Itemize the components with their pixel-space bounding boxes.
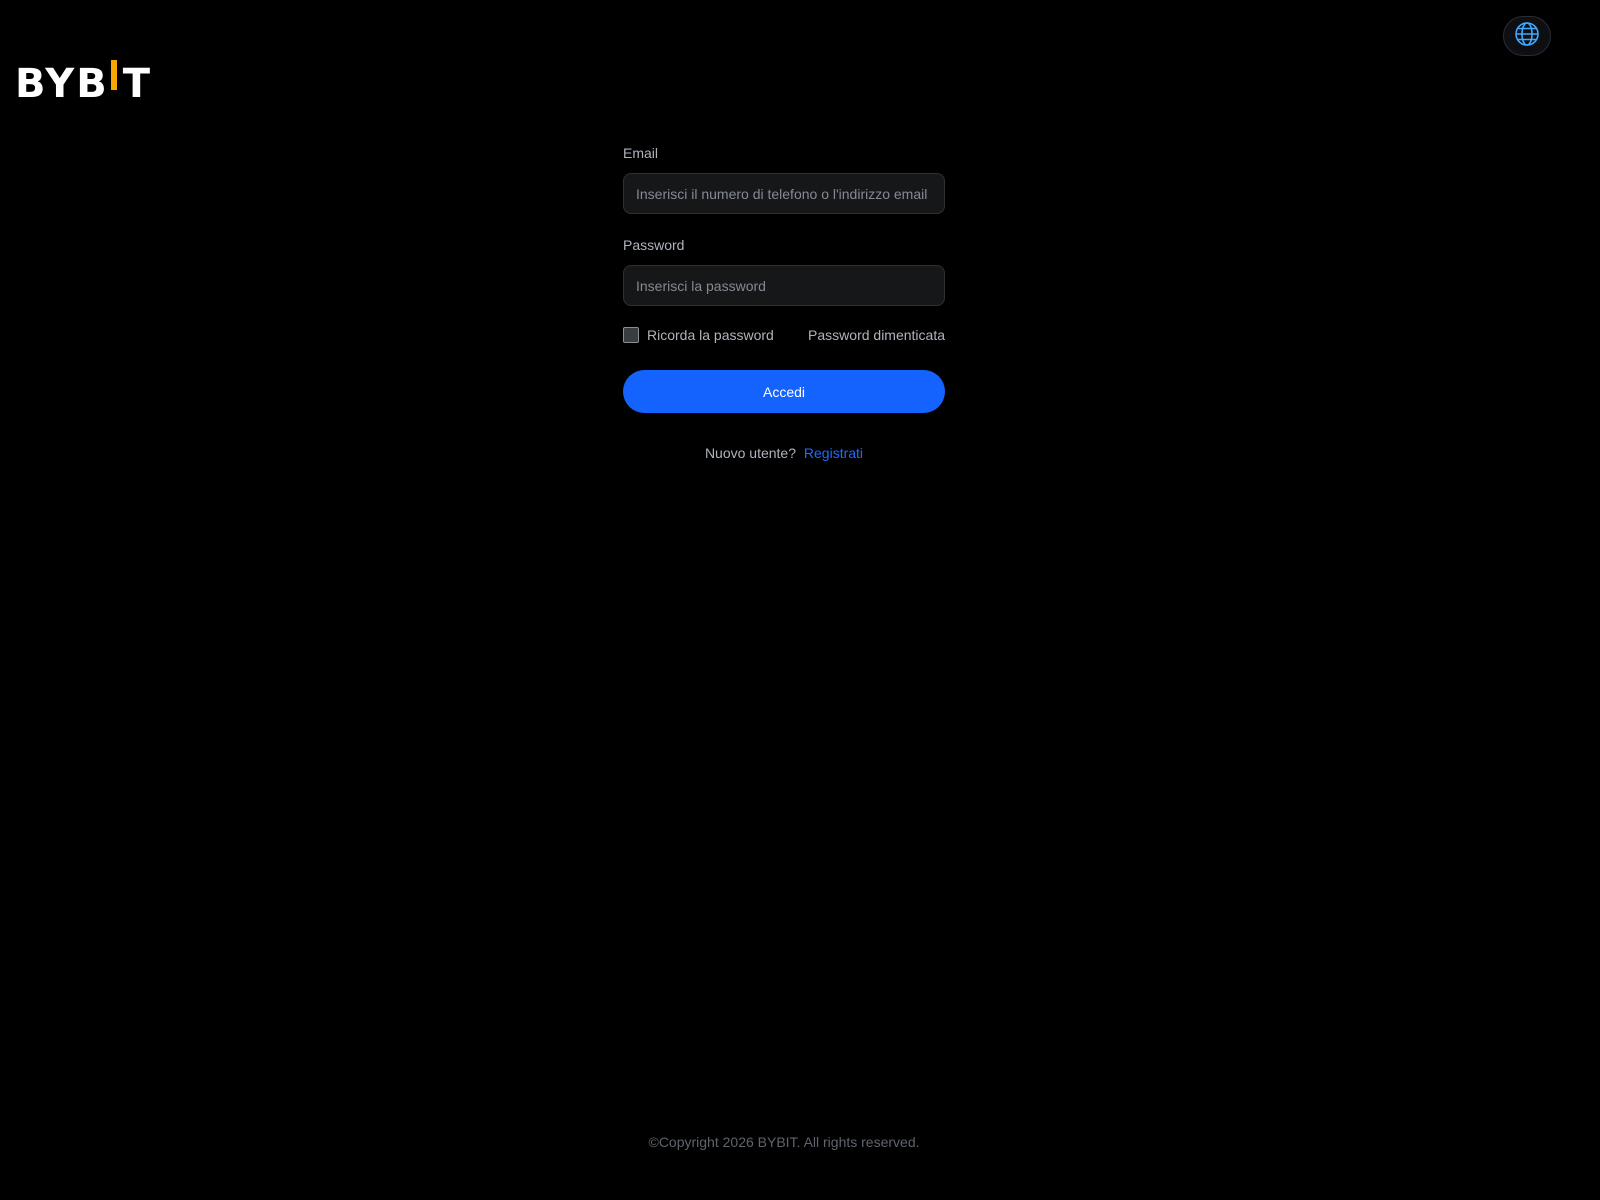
logo-accent-bar bbox=[110, 60, 117, 90]
globe-icon bbox=[1514, 21, 1540, 52]
password-input[interactable] bbox=[623, 265, 945, 306]
remember-password-label: Ricorda la password bbox=[647, 327, 774, 343]
password-label: Password bbox=[623, 237, 685, 253]
signup-link[interactable]: Registrati bbox=[804, 445, 863, 461]
logo-text-t: T bbox=[122, 61, 153, 107]
login-button[interactable]: Accedi bbox=[623, 370, 945, 413]
login-form: Email Password Ricorda la password Passw… bbox=[623, 144, 945, 461]
logo-text-byb: BYB bbox=[15, 61, 109, 107]
remember-password-checkbox[interactable] bbox=[623, 327, 639, 343]
copyright-footer: ©Copyright 2026 BYBIT. All rights reserv… bbox=[648, 1134, 920, 1150]
forgot-password-link[interactable]: Password dimenticata bbox=[808, 327, 945, 343]
signup-prompt-text: Nuovo utente? bbox=[704, 445, 797, 461]
bybit-logo[interactable]: BYB T bbox=[15, 60, 152, 104]
email-label: Email bbox=[623, 145, 659, 161]
signup-prompt: Nuovo utente? Registrati bbox=[623, 445, 945, 461]
email-input[interactable] bbox=[623, 173, 945, 214]
options-row: Ricorda la password Password dimenticata bbox=[623, 325, 945, 345]
remember-password-toggle[interactable]: Ricorda la password bbox=[623, 327, 774, 343]
language-button[interactable] bbox=[1503, 16, 1551, 56]
